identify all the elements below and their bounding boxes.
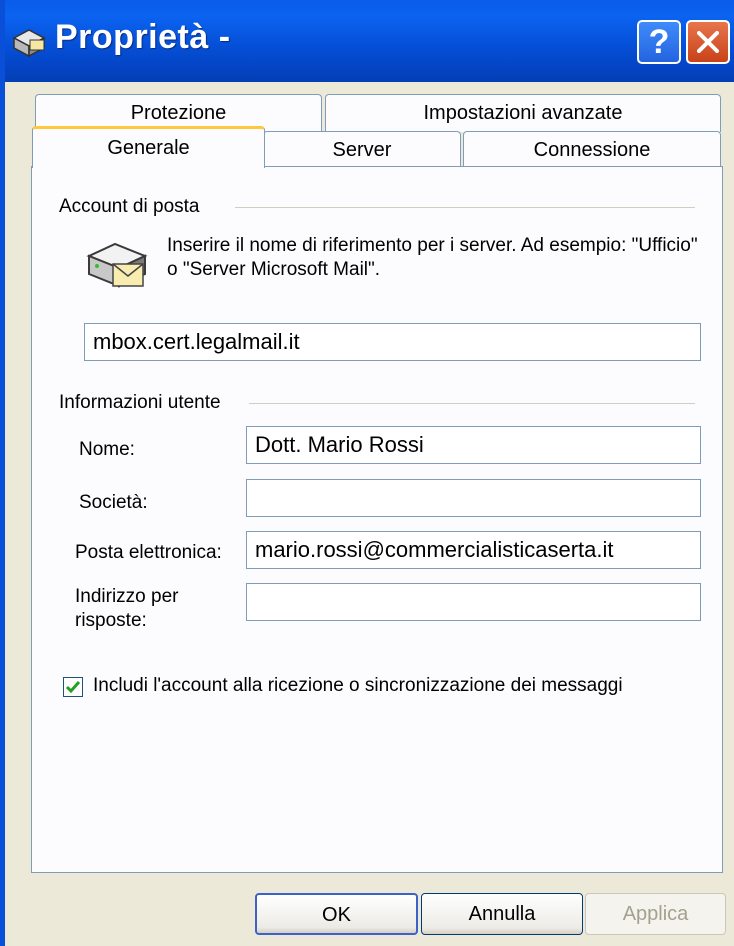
properties-window: Proprietà - ? Protezione Impostazioni av… (0, 0, 734, 946)
name-field[interactable]: Dott. Mario Rossi (246, 426, 701, 464)
user-info-group-divider (249, 403, 695, 404)
email-field[interactable]: mario.rossi@commercialisticaserta.it (246, 531, 701, 569)
include-account-label[interactable]: Includi l'account alla ricezione o sincr… (93, 675, 623, 697)
mail-server-icon (86, 242, 148, 288)
include-account-checkbox[interactable] (63, 677, 83, 697)
panel-content: Account di posta Inserire il nome di rif… (5, 0, 734, 946)
account-group-label: Account di posta (59, 196, 200, 217)
user-info-group-label: Informazioni utente (59, 392, 221, 413)
account-name-field[interactable]: mbox.cert.legalmail.it (84, 323, 701, 361)
account-group-divider (235, 207, 695, 208)
email-label: Posta elettronica: (75, 542, 222, 563)
account-description: Inserire il nome di riferimento per i se… (167, 235, 698, 280)
name-label: Nome: (79, 439, 135, 460)
company-field[interactable] (246, 479, 701, 517)
checkmark-icon (65, 681, 81, 694)
reply-address-label: Indirizzo per risposte: (75, 586, 179, 631)
reply-address-field[interactable] (246, 583, 701, 621)
company-label: Società: (79, 492, 148, 513)
